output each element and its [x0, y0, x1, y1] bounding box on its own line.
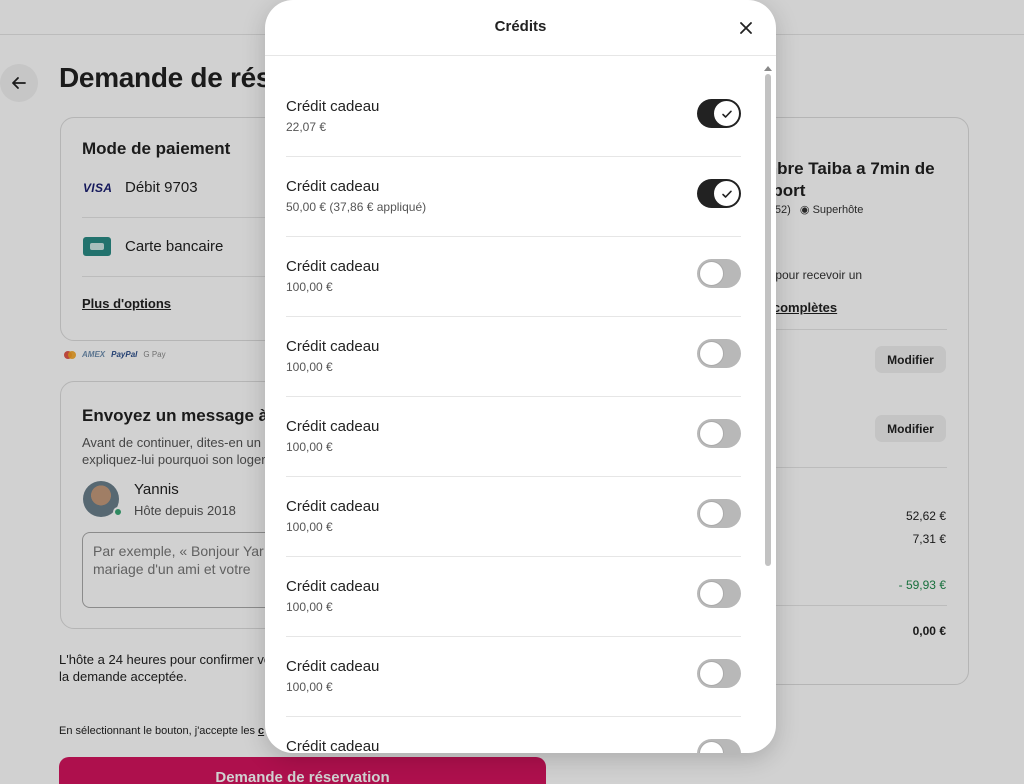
credit-title: Crédit cadeau — [286, 98, 380, 115]
toggle-knob — [699, 661, 724, 686]
credit-title: Crédit cadeau — [286, 418, 380, 435]
credit-amount: 100,00 € — [286, 600, 333, 614]
check-icon — [721, 190, 732, 198]
credit-item: Crédit cadeau 100,00 € — [286, 317, 741, 397]
modal-title: Crédits — [494, 18, 547, 35]
credit-toggle[interactable] — [697, 579, 741, 608]
close-icon — [740, 22, 752, 34]
credit-toggle[interactable] — [697, 739, 741, 753]
toggle-knob — [699, 421, 724, 446]
credit-toggle[interactable] — [697, 419, 741, 448]
credit-toggle[interactable] — [697, 259, 741, 288]
scrollbar[interactable] — [764, 66, 772, 742]
credit-title: Crédit cadeau — [286, 658, 380, 675]
close-button[interactable] — [734, 16, 758, 40]
credit-title: Crédit cadeau — [286, 338, 380, 355]
credit-toggle[interactable] — [697, 99, 741, 128]
credit-toggle[interactable] — [697, 179, 741, 208]
credit-item: Crédit cadeau 100,00 € — [286, 237, 741, 317]
modal-header: Crédits — [265, 0, 776, 56]
credit-amount: 50,00 € (37,86 € appliqué) — [286, 200, 427, 214]
scrollbar-thumb[interactable] — [765, 74, 771, 566]
credits-list-container[interactable]: Crédit cadeau 22,07 € Crédit cadeau 50,00 €… — [265, 57, 776, 753]
credit-toggle[interactable] — [697, 659, 741, 688]
toggle-knob — [714, 101, 739, 126]
credit-item: Crédit cadeau 100,00 € — [286, 557, 741, 637]
credit-title: Crédit cadeau — [286, 178, 380, 195]
credit-toggle[interactable] — [697, 499, 741, 528]
credit-amount: 100,00 € — [286, 680, 333, 694]
credits-list: Crédit cadeau 22,07 € Crédit cadeau 50,00 €… — [286, 77, 741, 753]
credit-toggle[interactable] — [697, 339, 741, 368]
toggle-knob — [699, 341, 724, 366]
credit-title: Crédit cadeau — [286, 738, 380, 753]
credit-amount: 100,00 € — [286, 520, 333, 534]
credit-title: Crédit cadeau — [286, 498, 380, 515]
check-icon — [721, 110, 732, 118]
toggle-knob — [699, 501, 724, 526]
toggle-knob — [714, 181, 739, 206]
credit-amount: 100,00 € — [286, 280, 333, 294]
credit-item: Crédit cadeau 100,00 € — [286, 397, 741, 477]
credit-item: Crédit cadeau 50,00 € (37,86 € appliqué) — [286, 157, 741, 237]
credit-title: Crédit cadeau — [286, 258, 380, 275]
credit-item: Crédit cadeau 100,00 € — [286, 637, 741, 717]
credit-item: Crédit cadeau 100,00 € — [286, 477, 741, 557]
credit-amount: 22,07 € — [286, 120, 327, 134]
toggle-knob — [699, 581, 724, 606]
toggle-knob — [699, 261, 724, 286]
credits-modal: Crédits Crédit cadeau 22,07 € Crédit cadea… — [265, 0, 776, 753]
credit-title: Crédit cadeau — [286, 578, 380, 595]
scroll-up-icon[interactable] — [764, 66, 772, 71]
credit-amount: 100,00 € — [286, 440, 333, 454]
toggle-knob — [699, 741, 724, 753]
credit-item: Crédit cadeau 22,07 € — [286, 77, 741, 157]
credit-amount: 100,00 € — [286, 360, 333, 374]
credit-item: Crédit cadeau — [286, 717, 741, 753]
